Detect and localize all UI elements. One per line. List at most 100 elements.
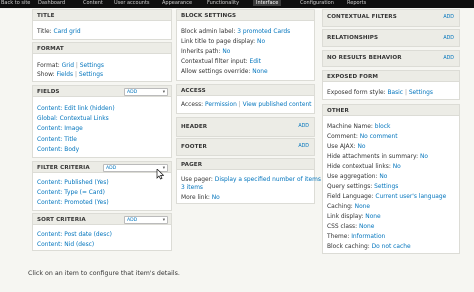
link-title-link[interactable]: No xyxy=(257,39,265,45)
title-row: Title: Card grid xyxy=(37,29,81,35)
section-title: ACCESS xyxy=(181,88,206,94)
access-section: ACCESS Access: Permission | View publish… xyxy=(176,84,315,114)
header-add-button[interactable]: ADD xyxy=(298,124,309,129)
toolbar-item-user-accounts[interactable]: User accounts xyxy=(114,0,150,6)
contextual-filter-input-link[interactable]: Edit xyxy=(250,59,261,65)
filter-item[interactable]: Content: Type (= Card) xyxy=(37,190,105,196)
sort-item[interactable]: Content: Post date (desc) xyxy=(37,232,112,238)
contextual-filters-add-button[interactable]: ADD xyxy=(443,15,454,20)
more-link-row: More link: No xyxy=(181,195,220,201)
field-item[interactable]: Content: Title xyxy=(37,137,77,143)
other-row: Link display: None xyxy=(327,214,381,220)
sort-criteria-section: SORT CRITERIA ADD ▾ Content: Post date (… xyxy=(32,213,172,251)
other-row: Use AJAX: No xyxy=(327,144,366,150)
filter-item[interactable]: Content: Promoted (Yes) xyxy=(37,200,109,206)
toolbar-item-configuration[interactable]: Configuration xyxy=(300,0,334,6)
theme-link[interactable]: Information xyxy=(351,234,385,240)
other-section: OTHER Machine Name: block Comment: No co… xyxy=(322,104,460,254)
query-settings-link[interactable]: Settings xyxy=(374,184,398,190)
field-item[interactable]: Content: Image xyxy=(37,126,83,132)
chevron-down-icon: ▾ xyxy=(162,217,165,223)
other-row: CSS class: None xyxy=(327,224,375,230)
pager-items-row: 3 items xyxy=(181,185,203,191)
toolbar-item-dashboard[interactable]: Dashboard xyxy=(38,0,65,6)
title-section: TITLE Title: Card grid xyxy=(32,9,172,40)
other-row: Field Language: Current user's language xyxy=(327,194,447,200)
section-title: HEADER xyxy=(181,124,208,130)
access-permission-link[interactable]: Permission xyxy=(205,102,237,108)
header-section: HEADER ADD xyxy=(176,117,315,137)
show-row: Show: Fields | Settings xyxy=(37,72,104,78)
no-results-add-button[interactable]: ADD xyxy=(443,56,454,61)
exposed-form-row: Exposed form style: Basic | Settings xyxy=(327,90,433,96)
show-settings-link[interactable]: Settings xyxy=(79,72,103,78)
section-title: BLOCK SETTINGS xyxy=(181,13,237,19)
format-section: FORMAT Format: Grid | Settings Show: Fie… xyxy=(32,42,172,82)
other-row: Hide contextual links: No xyxy=(327,164,401,170)
section-title: CONTEXTUAL FILTERS xyxy=(327,14,397,20)
other-row: Comment: No comment xyxy=(327,134,398,140)
toolbar-item-reports[interactable]: Reports xyxy=(347,0,366,6)
use-pager-link[interactable]: Display a specified number of items xyxy=(215,177,321,183)
filter-item[interactable]: Content: Published (Yes) xyxy=(37,180,109,186)
relationships-add-button[interactable]: ADD xyxy=(443,36,454,41)
exposed-form-basic-link[interactable]: Basic xyxy=(387,90,403,96)
other-row: Theme: Information xyxy=(327,234,386,240)
fields-section: FIELDS ADD ▾ Content: Edit link (hidden)… xyxy=(32,85,172,158)
exposed-form-settings-link[interactable]: Settings xyxy=(409,90,433,96)
more-link-link[interactable]: No xyxy=(212,195,220,201)
footer-hint: Click on an item to configure that item'… xyxy=(28,270,180,277)
show-fields-link[interactable]: Fields xyxy=(56,72,73,78)
field-item[interactable]: Content: Edit link (hidden) xyxy=(37,106,115,112)
footer-add-button[interactable]: ADD xyxy=(298,144,309,149)
section-title: FILTER CRITERIA xyxy=(37,165,90,171)
link-display-link[interactable]: None xyxy=(365,214,380,220)
field-item[interactable]: Content: Body xyxy=(37,147,79,153)
format-settings-link[interactable]: Settings xyxy=(80,63,104,69)
hide-contextual-links-link[interactable]: No xyxy=(393,164,401,170)
caching-link[interactable]: None xyxy=(355,204,370,210)
use-aggregation-link[interactable]: No xyxy=(379,174,387,180)
section-title: EXPOSED FORM xyxy=(327,74,379,80)
format-grid-link[interactable]: Grid xyxy=(62,63,74,69)
title-link[interactable]: Card grid xyxy=(53,29,80,35)
other-row: Block caching: Do not cache xyxy=(327,244,411,250)
use-ajax-link[interactable]: No xyxy=(357,144,365,150)
chevron-down-icon: ▾ xyxy=(162,89,165,95)
sort-item[interactable]: Content: Nid (desc) xyxy=(37,242,94,248)
inherits-path-link[interactable]: No xyxy=(222,49,230,55)
inherits-path-row: Inherits path: No xyxy=(181,49,231,55)
use-pager-row: Use pager: Display a specified number of… xyxy=(181,177,325,183)
field-item[interactable]: Global: Contextual Links xyxy=(37,116,109,122)
block-caching-link[interactable]: Do not cache xyxy=(372,244,411,250)
access-row: Access: Permission | View published cont… xyxy=(181,102,312,108)
toolbar-item-appearance[interactable]: Appearance xyxy=(162,0,192,6)
allow-settings-override-link[interactable]: None xyxy=(252,69,267,75)
field-language-link[interactable]: Current user's language xyxy=(375,194,446,200)
sort-add-dropdown[interactable]: ADD ▾ xyxy=(124,216,168,224)
other-row: Query settings: Settings xyxy=(327,184,399,190)
section-title: RELATIONSHIPS xyxy=(327,35,379,41)
fields-add-dropdown[interactable]: ADD ▾ xyxy=(124,88,168,96)
toolbar-item-interface[interactable]: Interface xyxy=(253,0,282,6)
css-class-link[interactable]: None xyxy=(359,224,374,230)
access-view-published-link[interactable]: View published content xyxy=(243,102,312,108)
comment-link[interactable]: No comment xyxy=(360,134,398,140)
toolbar-item-back-to-site[interactable]: Back to site xyxy=(1,0,30,6)
footer-section: FOOTER ADD xyxy=(176,138,315,156)
link-title-row: Link title to page display: No xyxy=(181,39,266,45)
relationships-section: RELATIONSHIPS ADD xyxy=(322,29,460,47)
other-row: Hide attachments in summary: No xyxy=(327,154,428,160)
toolbar-item-functionality[interactable]: Functionality xyxy=(207,0,239,6)
pager-section: PAGER Use pager: Display a specified num… xyxy=(176,158,325,204)
pager-items-link[interactable]: 3 items xyxy=(181,185,203,191)
machine-name-link[interactable]: block xyxy=(375,124,391,130)
format-row: Format: Grid | Settings xyxy=(37,63,104,69)
other-row: Caching: None xyxy=(327,204,371,210)
hide-attachments-link[interactable]: No xyxy=(420,154,428,160)
allow-settings-override-row: Allow settings override: None xyxy=(181,69,268,75)
toolbar-item-content[interactable]: Content xyxy=(83,0,103,6)
block-admin-label-link[interactable]: 3 promoted Cards xyxy=(237,29,290,35)
section-title: TITLE xyxy=(37,13,55,19)
filter-criteria-section: FILTER CRITERIA ADD ▾ Content: Published… xyxy=(32,161,172,211)
